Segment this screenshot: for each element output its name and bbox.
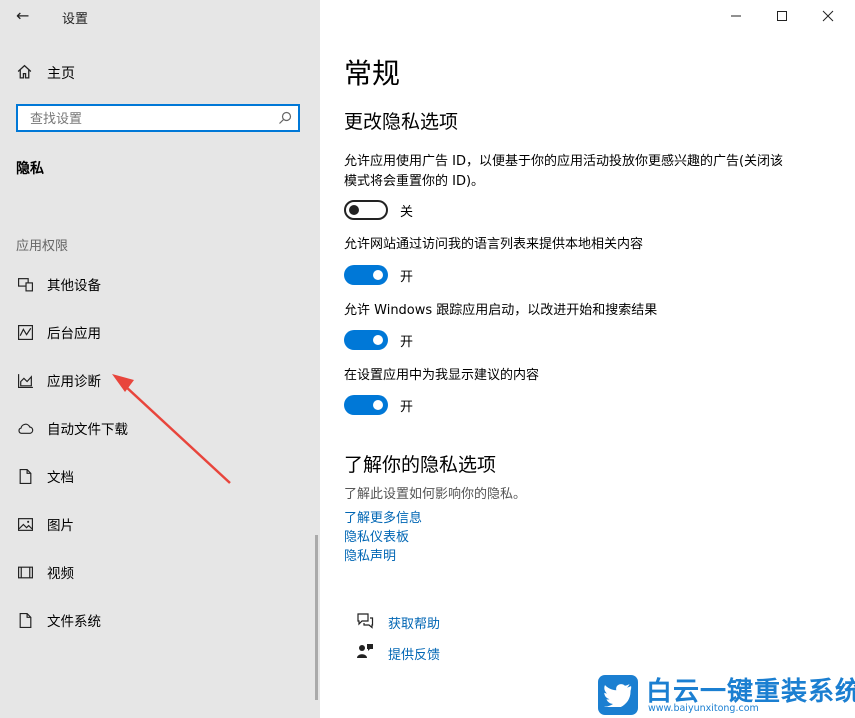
section-heading-know-privacy: 了解你的隐私选项 xyxy=(344,450,496,477)
background-apps-icon xyxy=(16,323,34,341)
close-icon xyxy=(822,7,834,26)
sidebar-item-label: 其他设备 xyxy=(47,274,101,294)
sidebar-nav: 其他设备 后台应用 应用诊断 自动文件下载 文档 图片 视频 文件系统 xyxy=(0,260,320,644)
sidebar-item-label: 文档 xyxy=(47,466,74,486)
toggle-switch[interactable] xyxy=(344,265,388,285)
maximize-icon xyxy=(776,7,788,26)
video-icon xyxy=(16,563,34,581)
document-icon xyxy=(16,467,34,485)
search-box[interactable] xyxy=(16,104,300,132)
watermark-url: www.baiyunxitong.com xyxy=(648,703,759,714)
search-icon[interactable] xyxy=(277,110,293,126)
option-description-advertising-id: 允许应用使用广告 ID，以便基于你的应用活动投放你更感兴趣的广告(关闭该模式将会… xyxy=(344,152,794,192)
minimize-button[interactable] xyxy=(713,0,759,32)
close-button[interactable] xyxy=(805,0,851,32)
feedback-link[interactable]: 提供反馈 xyxy=(342,642,440,664)
sidebar-item-label: 图片 xyxy=(47,514,74,534)
cloud-icon xyxy=(16,419,34,437)
get-help-icon xyxy=(356,611,374,633)
bird-logo-icon xyxy=(598,675,638,715)
sidebar-item-app-diagnostics[interactable]: 应用诊断 xyxy=(0,356,320,404)
sidebar-item-documents[interactable]: 文档 xyxy=(0,452,320,500)
main-content: 常规 更改隐私选项 允许应用使用广告 ID，以便基于你的应用活动投放你更感兴趣的… xyxy=(320,0,855,718)
toggle-track-app-launches[interactable]: 开 xyxy=(344,330,413,350)
feedback-label[interactable]: 提供反馈 xyxy=(388,644,440,663)
sidebar-item-label: 文件系统 xyxy=(47,610,101,630)
section-title: 隐私 xyxy=(16,158,44,178)
privacy-info-text: 了解此设置如何影响你的隐私。 xyxy=(344,483,526,502)
option-description-suggested-content: 在设置应用中为我显示建议的内容 xyxy=(344,366,794,386)
privacy-dashboard-link[interactable]: 隐私仪表板 xyxy=(344,526,409,545)
watermark-logo: 白云一键重装系统 www.baiyunxitong.com xyxy=(598,673,848,715)
sidebar-item-label: 应用诊断 xyxy=(47,370,101,390)
home-icon xyxy=(16,63,33,84)
option-description-track-app-launches: 允许 Windows 跟踪应用启动，以改进开始和搜索结果 xyxy=(344,301,794,321)
toggle-switch[interactable] xyxy=(344,395,388,415)
toggle-switch[interactable] xyxy=(344,200,388,220)
toggle-state-label: 关 xyxy=(400,201,413,220)
toggle-state-label: 开 xyxy=(400,266,413,285)
minimize-icon xyxy=(730,7,742,26)
feedback-icon xyxy=(356,642,374,664)
get-help-link[interactable]: 获取帮助 xyxy=(342,611,440,633)
toggle-language-list[interactable]: 开 xyxy=(344,265,413,285)
sidebar-item-label: 自动文件下载 xyxy=(47,418,128,438)
learn-more-link[interactable]: 了解更多信息 xyxy=(344,507,422,526)
sidebar: ← 设置 主页 隐私 应用权限 其他设备 后台应用 应用诊断 自动文件下载 xyxy=(0,0,320,718)
toggle-advertising-id[interactable]: 关 xyxy=(344,200,413,220)
toggle-state-label: 开 xyxy=(400,331,413,350)
sidebar-item-file-system[interactable]: 文件系统 xyxy=(0,596,320,644)
privacy-statement-link[interactable]: 隐私声明 xyxy=(344,545,396,564)
maximize-button[interactable] xyxy=(759,0,805,32)
toggle-suggested-content[interactable]: 开 xyxy=(344,395,413,415)
window-title: 设置 xyxy=(62,8,88,27)
toggle-state-label: 开 xyxy=(400,396,413,415)
file-system-icon xyxy=(16,611,34,629)
group-title: 应用权限 xyxy=(16,235,68,254)
option-description-language-list: 允许网站通过访问我的语言列表来提供本地相关内容 xyxy=(344,235,794,255)
picture-icon xyxy=(16,515,34,533)
home-nav-item[interactable]: 主页 xyxy=(16,62,75,84)
sidebar-item-auto-file-download[interactable]: 自动文件下载 xyxy=(0,404,320,452)
back-arrow-icon[interactable]: ← xyxy=(16,6,36,26)
app-diagnostics-icon xyxy=(16,371,34,389)
sidebar-item-label: 视频 xyxy=(47,562,74,582)
search-input[interactable] xyxy=(28,109,272,129)
sidebar-item-background-apps[interactable]: 后台应用 xyxy=(0,308,320,356)
home-label: 主页 xyxy=(47,63,75,83)
sidebar-scrollbar[interactable] xyxy=(315,535,318,700)
get-help-label[interactable]: 获取帮助 xyxy=(388,613,440,632)
other-devices-icon xyxy=(16,275,34,293)
sidebar-item-other-devices[interactable]: 其他设备 xyxy=(0,260,320,308)
toggle-switch[interactable] xyxy=(344,330,388,350)
window-controls xyxy=(713,0,851,32)
sidebar-item-label: 后台应用 xyxy=(47,322,101,342)
section-heading-change-privacy: 更改隐私选项 xyxy=(344,107,458,134)
page-title: 常规 xyxy=(344,52,400,92)
sidebar-item-videos[interactable]: 视频 xyxy=(0,548,320,596)
sidebar-item-pictures[interactable]: 图片 xyxy=(0,500,320,548)
